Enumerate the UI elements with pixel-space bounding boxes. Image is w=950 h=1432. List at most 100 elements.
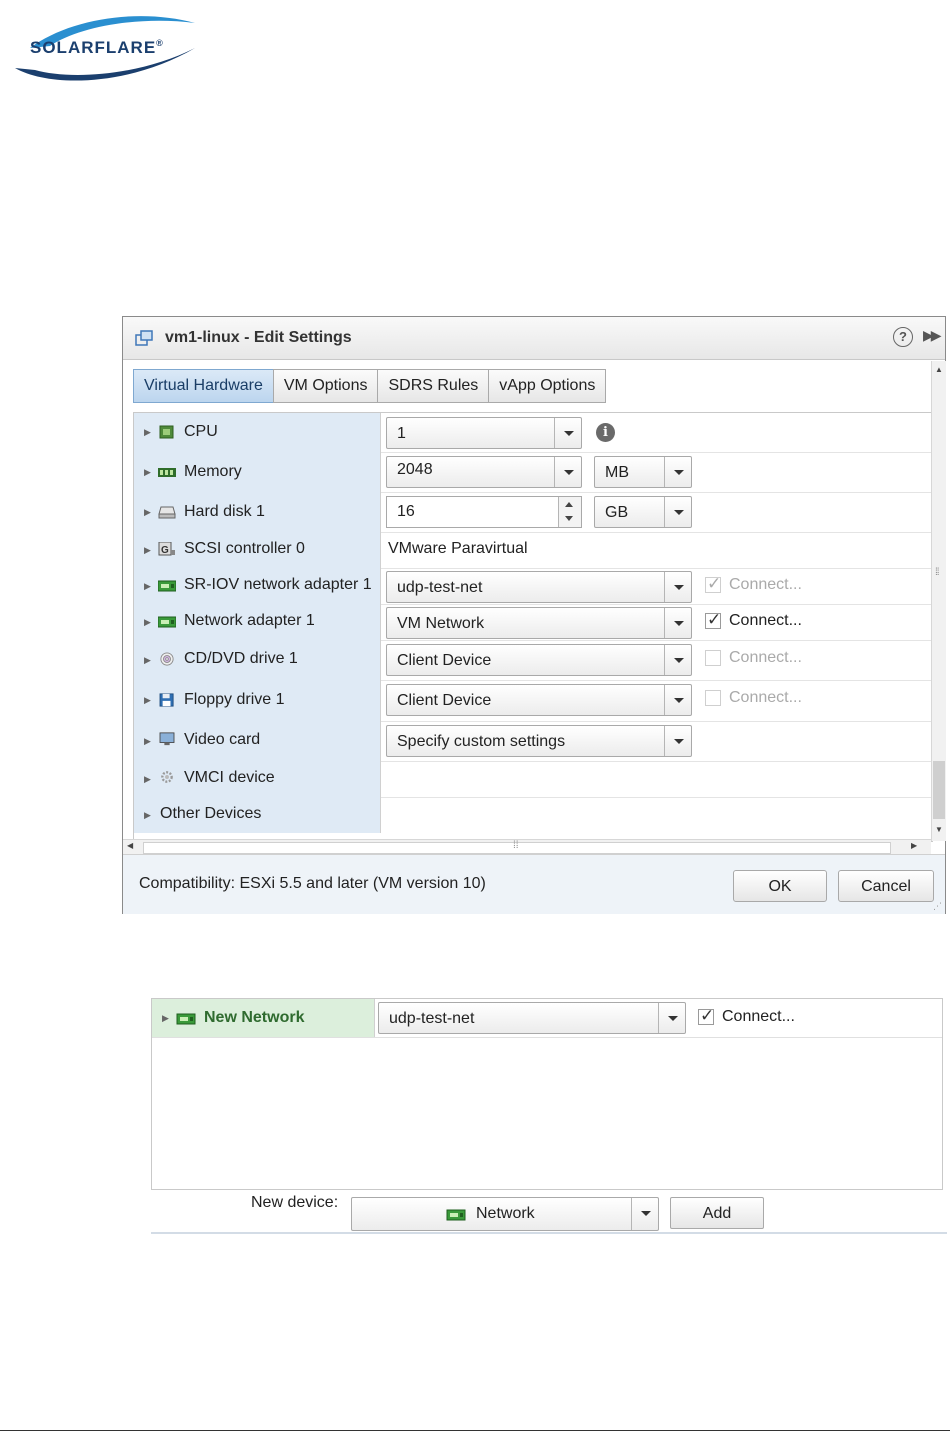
scroll-down-icon[interactable]: ▼ [935, 825, 943, 834]
dialog-title: vm1-linux - Edit Settings [165, 329, 352, 346]
edit-settings-dialog: vm1-linux - Edit Settings ? ▶▶ Virtual H… [122, 316, 946, 914]
chevron-down-icon[interactable] [554, 418, 581, 448]
device-label-cell[interactable]: ▶ SR-IOV network adapter 1 [134, 568, 381, 604]
splitter-grip-icon[interactable]: ⁞⁞ [513, 840, 519, 851]
hard-disk-icon [158, 506, 176, 519]
expand-arrow-icon[interactable]: ▶ [144, 507, 151, 518]
cd-dvd-connect-checkbox[interactable] [705, 650, 721, 666]
device-label-cell[interactable]: ▶ G SCSI controller 0 [134, 532, 381, 568]
tab-virtual-hardware[interactable]: Virtual Hardware [133, 369, 274, 403]
memory-unit-select[interactable]: MB [594, 456, 692, 488]
cancel-button[interactable]: Cancel [838, 870, 934, 902]
network-card-icon [158, 616, 176, 628]
resize-grip-icon[interactable]: ⋰ [933, 901, 942, 912]
expand-arrow-icon[interactable]: ▶ [144, 655, 151, 666]
svg-text:G: G [161, 545, 169, 556]
chevron-down-icon[interactable] [664, 457, 691, 487]
device-row-video-card: ▶ Video card Specify custom settings [134, 721, 932, 762]
device-label-video-card: Video card [184, 731, 261, 748]
disk-unit-select[interactable]: GB [594, 496, 692, 528]
chevron-down-icon[interactable] [554, 457, 581, 487]
expand-arrow-icon[interactable]: ▶ [144, 467, 151, 478]
scsi-controller-icon: G [158, 542, 175, 556]
device-label-cell[interactable]: ▶ Other Devices [134, 797, 381, 833]
expand-arrow-icon[interactable]: ▶ [144, 427, 151, 438]
scroll-up-icon[interactable]: ▲ [935, 365, 943, 374]
expand-arrow-icon[interactable]: ▶ [144, 774, 151, 785]
network-adapter-select[interactable]: VM Network [386, 607, 692, 639]
vertical-scroll-thumb[interactable] [933, 761, 945, 819]
network-connect-checkbox[interactable] [705, 610, 721, 630]
expand-arrow-icon[interactable]: ▶ [144, 736, 151, 747]
device-label-cell[interactable]: ▶ Network adapter 1 [134, 604, 381, 640]
expand-arrow-icon[interactable]: ▶ [144, 617, 151, 628]
floppy-select[interactable]: Client Device [386, 684, 692, 716]
expand-arrow-icon[interactable]: ▶ [144, 810, 151, 821]
expand-arrow-icon[interactable]: ▶ [162, 1013, 169, 1024]
chevron-down-icon[interactable] [664, 726, 691, 756]
cd-dvd-icon [160, 652, 174, 666]
dialog-footer: Compatibility: ESXi 5.5 and later (VM ve… [123, 854, 945, 914]
expand-arrow-icon[interactable]: ▶ [144, 581, 151, 592]
device-label-cell[interactable]: ▶ Floppy drive 1 [134, 680, 381, 721]
hardware-grid: ▶ CPU 1 i ▶ Memory 2048 MB ▶ Hard disk 1… [133, 412, 933, 842]
add-button[interactable]: Add [670, 1197, 764, 1229]
device-label-cell[interactable]: ▶ Hard disk 1 [134, 492, 381, 532]
chevron-down-icon[interactable] [664, 685, 691, 715]
ok-button[interactable]: OK [733, 870, 827, 902]
cpu-icon [159, 425, 174, 439]
cd-dvd-select[interactable]: Client Device [386, 644, 692, 676]
device-row-network-adapter: ▶ Network adapter 1 VM Network Connect..… [134, 604, 932, 641]
memory-size-select[interactable]: 2048 [386, 456, 582, 488]
device-label-cell[interactable]: ▶ Memory [134, 452, 381, 492]
tab-vapp-options[interactable]: vApp Options [488, 369, 607, 403]
chevron-down-icon[interactable] [664, 645, 691, 675]
cpu-count-select[interactable]: 1 [386, 417, 582, 449]
disk-size-stepper[interactable]: 16 [386, 496, 582, 528]
video-card-select[interactable]: Specify custom settings [386, 725, 692, 757]
tab-sdrs-rules[interactable]: SDRS Rules [377, 369, 490, 403]
device-label-cell[interactable]: ▶ Video card [134, 721, 381, 761]
splitter-grip-icon[interactable]: ⁞⁞ [935, 567, 939, 578]
device-label-cell[interactable]: ▶ VMCI device [134, 761, 381, 797]
scroll-left-icon[interactable]: ◀ [127, 841, 133, 850]
expand-arrow-icon[interactable]: ▶ [144, 695, 151, 706]
chevron-down-icon[interactable] [664, 572, 691, 602]
device-label-hard-disk: Hard disk 1 [184, 503, 265, 520]
vertical-scrollbar[interactable]: ▲ ⁞⁞ ▼ [931, 361, 946, 841]
sriov-connect-checkbox[interactable] [705, 574, 721, 594]
expand-arrow-icon[interactable]: ▶ [144, 545, 151, 556]
new-device-select[interactable]: Network [351, 1197, 659, 1231]
chevron-down-icon[interactable] [664, 608, 691, 638]
chevron-down-icon[interactable] [631, 1198, 658, 1230]
solarflare-wordmark: SOLARFLARE® [30, 38, 164, 57]
new-network-select[interactable]: udp-test-net [378, 1002, 686, 1034]
expand-icon[interactable]: ▶▶ [923, 327, 941, 344]
device-row-cpu: ▶ CPU 1 i [134, 413, 932, 453]
device-row-vmci: ▶ VMCI device [134, 761, 932, 798]
device-row-hard-disk: ▶ Hard disk 1 16 GB [134, 492, 932, 533]
info-icon[interactable]: i [596, 423, 615, 442]
scroll-right-icon[interactable]: ▶ [911, 841, 917, 850]
spinner-arrows-icon[interactable] [558, 497, 581, 527]
tab-vm-options[interactable]: VM Options [272, 369, 379, 403]
floppy-connect-checkbox[interactable] [705, 690, 721, 706]
device-label-cell[interactable]: ▶ CPU [134, 413, 381, 452]
help-icon[interactable]: ? [893, 327, 913, 347]
new-network-label: New Network [204, 1009, 305, 1026]
scsi-controller-type: VMware Paravirtual [388, 540, 528, 557]
device-label-cell[interactable]: ▶ CD/DVD drive 1 [134, 640, 381, 680]
device-label-memory: Memory [184, 463, 242, 480]
new-device-bar: New device: Network Add [151, 1188, 947, 1234]
horizontal-scrollbar[interactable]: ◀ ⁞⁞ ▶ [123, 839, 931, 854]
chevron-down-icon[interactable] [664, 497, 691, 527]
device-row-floppy: ▶ Floppy drive 1 Client Device Connect..… [134, 680, 932, 722]
device-label-floppy: Floppy drive 1 [184, 691, 285, 708]
sriov-network-value: udp-test-net [397, 579, 483, 596]
chevron-down-icon[interactable] [658, 1003, 685, 1033]
device-row-cd-dvd: ▶ CD/DVD drive 1 Client Device Connect..… [134, 640, 932, 681]
sriov-network-select[interactable]: udp-test-net [386, 571, 692, 603]
new-network-connect-checkbox[interactable] [698, 1006, 714, 1026]
memory-unit-value: MB [605, 464, 629, 481]
new-network-label-cell[interactable]: ▶ New Network [152, 999, 375, 1037]
